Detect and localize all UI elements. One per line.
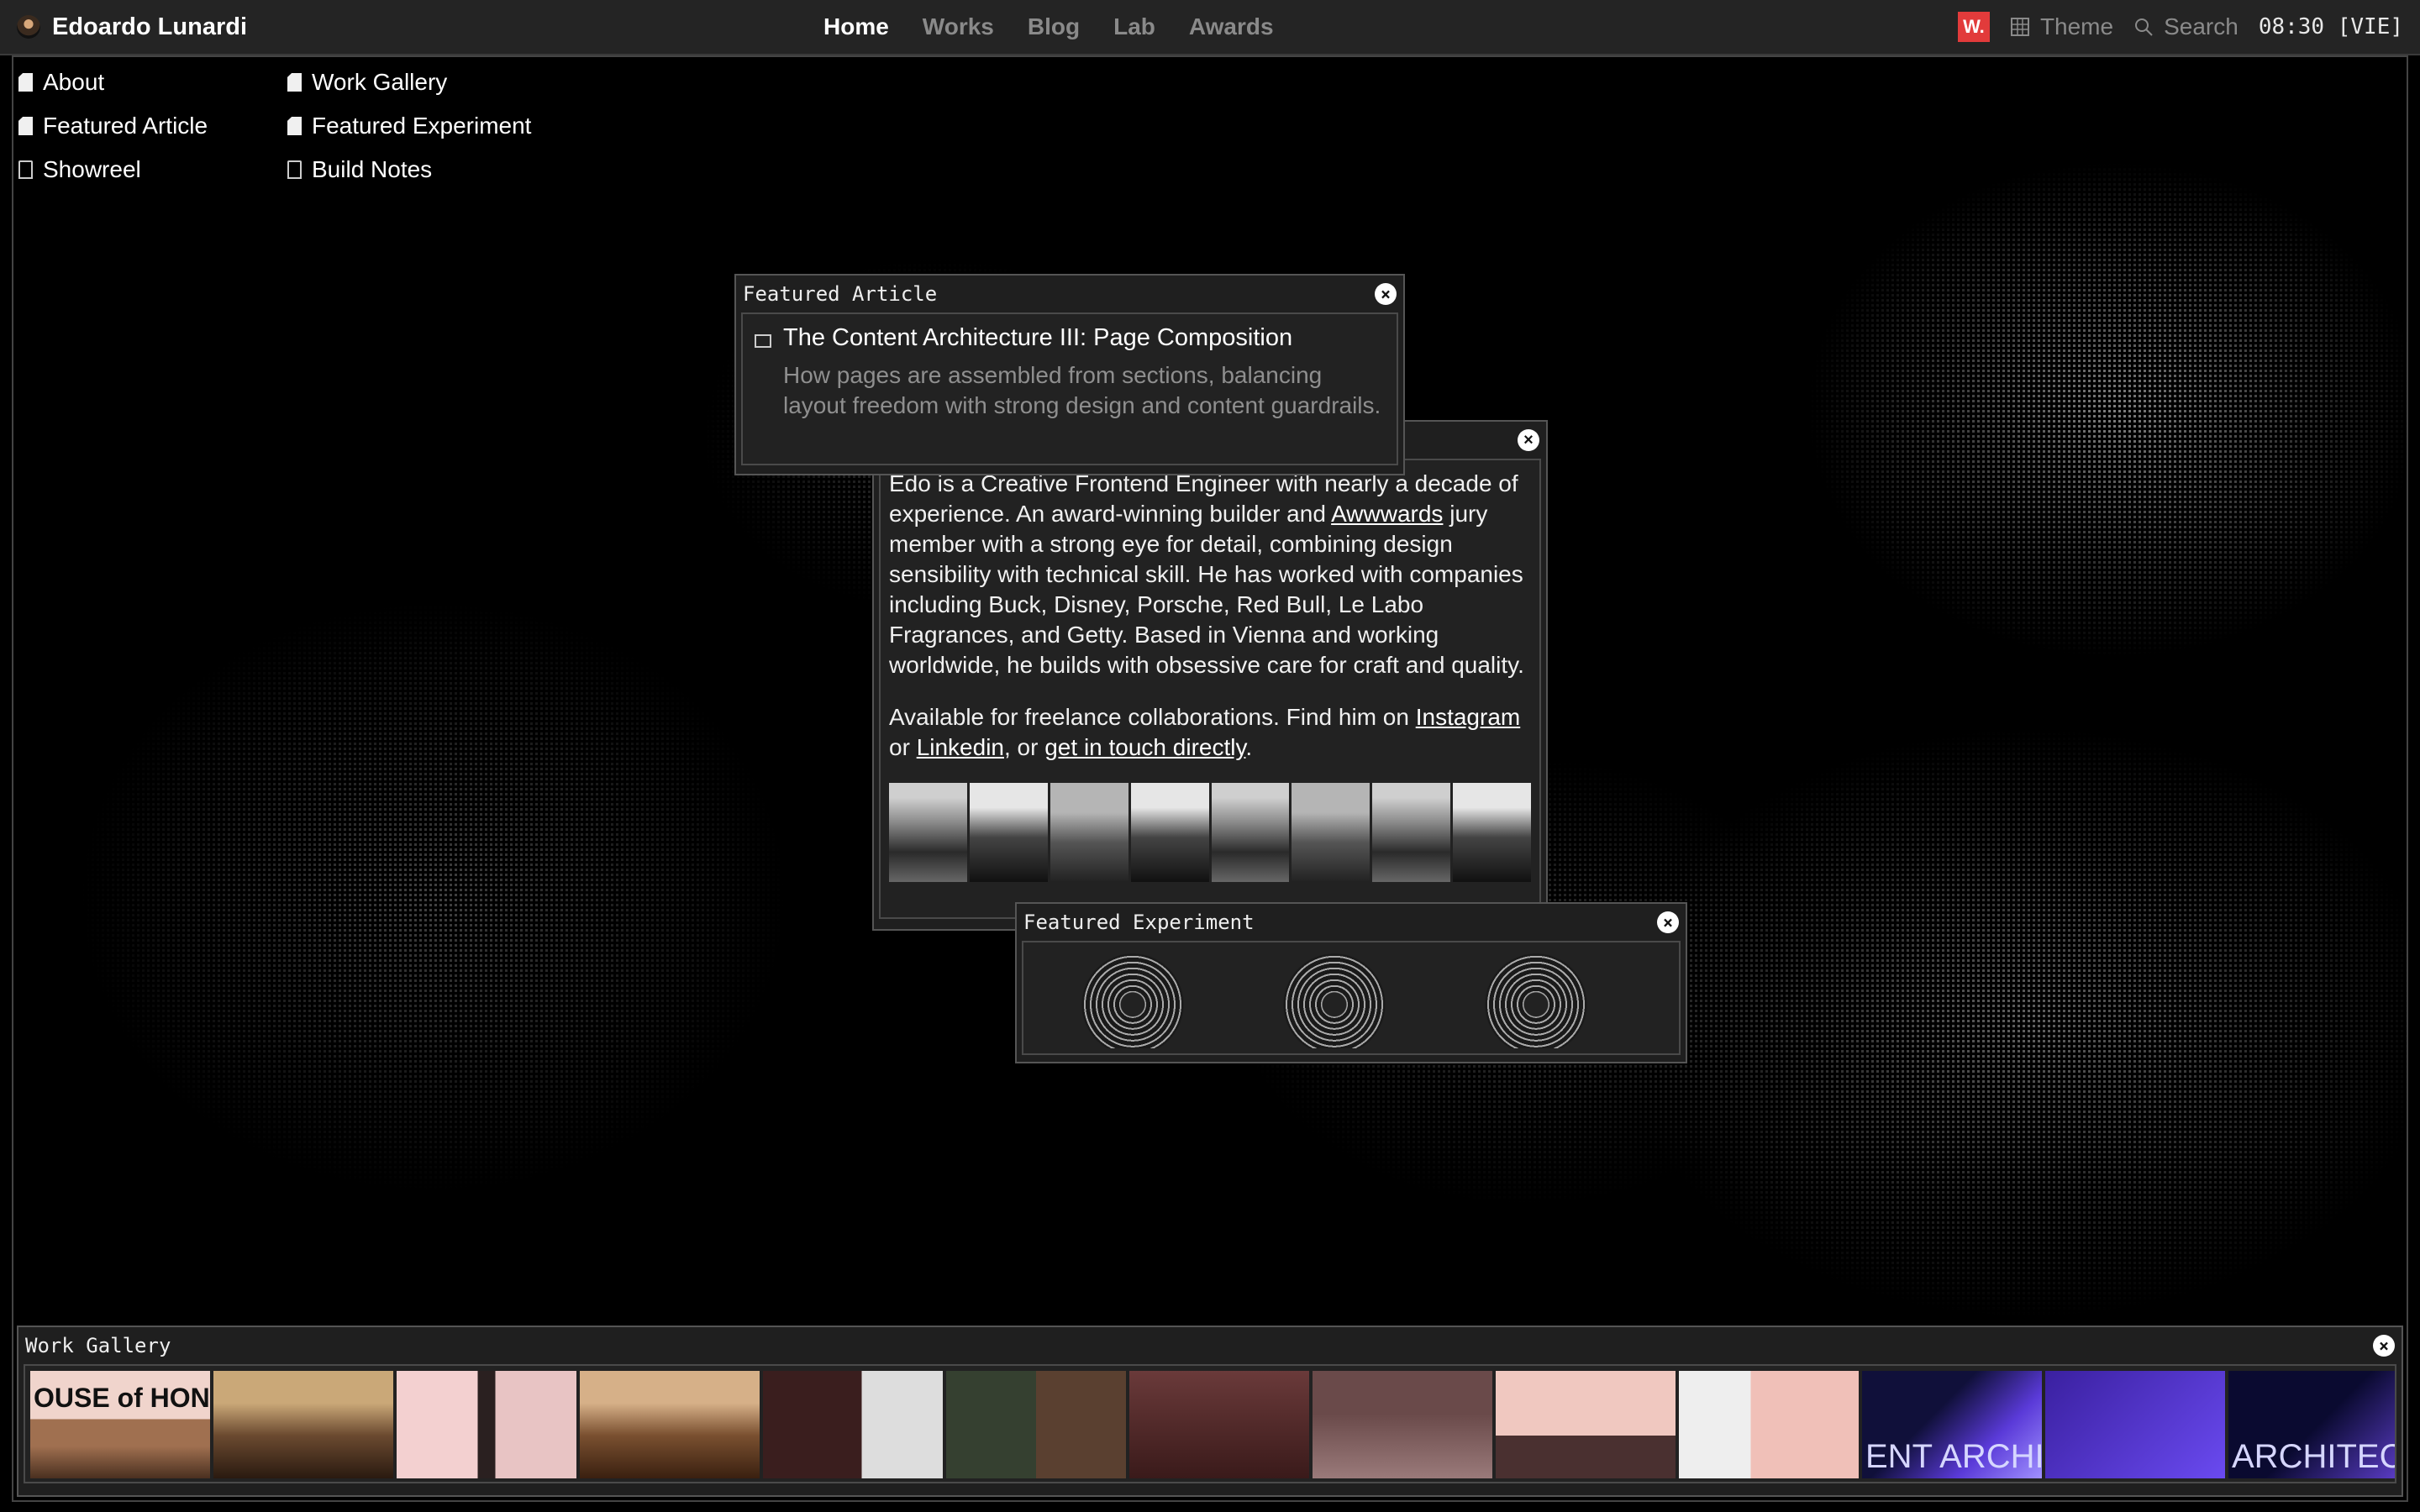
- ring-graphic: [1032, 951, 1234, 1048]
- close-icon[interactable]: ×: [2373, 1335, 2395, 1357]
- search-icon: [2135, 18, 2153, 36]
- article-title[interactable]: The Content Architecture III: Page Compo…: [783, 324, 1386, 352]
- about-paragraph: Edo is a Creative Frontend Engineer with…: [889, 470, 1524, 678]
- gallery-thumb[interactable]: [763, 1371, 943, 1478]
- nav-lab[interactable]: Lab: [1113, 13, 1155, 40]
- about-window[interactable]: × Edo is a Creative Frontend Engineer wi…: [872, 420, 1548, 931]
- close-icon[interactable]: ×: [1518, 429, 1539, 451]
- gallery-strip: OUSE of HONEY ENT ARCHI ARCHITECURE TH: [24, 1364, 2396, 1483]
- file-icon: [287, 73, 302, 92]
- file-icon: [287, 117, 302, 135]
- nav-home[interactable]: Home: [823, 13, 889, 40]
- nav-works[interactable]: Works: [923, 13, 994, 40]
- about-window-body: Edo is a Creative Frontend Engineer with…: [879, 459, 1541, 919]
- photo-strip: [889, 783, 1531, 882]
- desktop-icon-featured-article[interactable]: Featured Article: [18, 111, 287, 141]
- work-gallery-window[interactable]: Work Gallery × OUSE of HONEY ENT ARCHI A…: [17, 1326, 2403, 1497]
- desktop-icons: About Work Gallery Featured Article Feat…: [18, 67, 556, 185]
- gallery-thumb[interactable]: [1679, 1371, 1859, 1478]
- ring-graphic: [1234, 951, 1435, 1048]
- grid-icon: [2010, 18, 2029, 36]
- brand-name: Edoardo Lunardi: [52, 13, 247, 40]
- clock: 08:30 [VIE]: [2258, 14, 2403, 39]
- gallery-thumb[interactable]: [1313, 1371, 1492, 1478]
- file-outline-icon: [18, 160, 33, 179]
- header-tools: W. Theme Search 08:30 [VIE]: [1957, 0, 2403, 54]
- gallery-thumb[interactable]: [213, 1371, 393, 1478]
- file-icon: [18, 73, 33, 92]
- featured-article-window[interactable]: Featured Article × The Content Architect…: [734, 274, 1405, 475]
- photo: [1130, 783, 1209, 882]
- photo: [1453, 783, 1531, 882]
- availability-paragraph: Available for freelance collaborations. …: [889, 704, 1521, 760]
- experiment-animation: [1032, 951, 1637, 1048]
- photo: [1211, 783, 1290, 882]
- gallery-thumb[interactable]: ENT ARCHI: [1862, 1371, 2042, 1478]
- gallery-thumb[interactable]: [580, 1371, 760, 1478]
- instagram-link[interactable]: Instagram: [1416, 704, 1521, 730]
- awwwards-link[interactable]: Awwwards: [1331, 501, 1443, 527]
- gallery-thumb[interactable]: [1496, 1371, 1676, 1478]
- photo: [1372, 783, 1451, 882]
- theme-button[interactable]: Theme: [2010, 13, 2113, 40]
- gallery-thumb[interactable]: [1129, 1371, 1309, 1478]
- nav-awards[interactable]: Awards: [1189, 13, 1274, 40]
- desktop-icon-about[interactable]: About: [18, 67, 287, 97]
- desktop-icon-build-notes[interactable]: Build Notes: [287, 155, 556, 185]
- search-button[interactable]: Search: [2133, 13, 2238, 40]
- experiment-window-titlebar[interactable]: Featured Experiment ×: [1017, 904, 1686, 941]
- theme-label: Theme: [2039, 13, 2114, 39]
- nav-blog[interactable]: Blog: [1028, 13, 1080, 40]
- awwwards-badge[interactable]: W.: [1957, 12, 1990, 42]
- contact-link[interactable]: get in touch directly: [1044, 734, 1245, 760]
- main-nav: Home Works Blog Lab Awards: [823, 0, 1274, 54]
- folder-icon: [755, 334, 771, 348]
- featured-experiment-window[interactable]: Featured Experiment ×: [1015, 902, 1687, 1063]
- photo: [1292, 783, 1370, 882]
- photo: [1050, 783, 1128, 882]
- article-window-titlebar[interactable]: Featured Article ×: [736, 276, 1403, 312]
- search-label: Search: [2164, 13, 2238, 39]
- gallery-thumb[interactable]: [946, 1371, 1126, 1478]
- ring-graphic: [1435, 951, 1637, 1048]
- file-outline-icon: [287, 160, 302, 179]
- article-description: How pages are assembled from sections, b…: [783, 362, 1381, 418]
- linkedin-link[interactable]: Linkedin: [917, 734, 1004, 760]
- photo: [969, 783, 1048, 882]
- gallery-thumb[interactable]: [2045, 1371, 2225, 1478]
- gallery-window-titlebar[interactable]: Work Gallery ×: [18, 1327, 2402, 1364]
- file-icon: [18, 117, 33, 135]
- gallery-thumb[interactable]: [397, 1371, 576, 1478]
- avatar: [17, 15, 40, 39]
- photo: [889, 783, 967, 882]
- desktop-icon-featured-experiment[interactable]: Featured Experiment: [287, 111, 556, 141]
- brand[interactable]: Edoardo Lunardi: [17, 0, 247, 54]
- window-title: Work Gallery: [25, 1334, 171, 1357]
- gallery-thumb[interactable]: OUSE of HONEY: [30, 1371, 210, 1478]
- desktop-icon-showreel[interactable]: Showreel: [18, 155, 287, 185]
- article-card[interactable]: The Content Architecture III: Page Compo…: [741, 312, 1398, 465]
- desktop-icon-work-gallery[interactable]: Work Gallery: [287, 67, 556, 97]
- window-title: Featured Article: [743, 282, 938, 306]
- experiment-preview[interactable]: [1022, 941, 1681, 1055]
- close-icon[interactable]: ×: [1375, 283, 1397, 305]
- top-bar: Edoardo Lunardi Home Works Blog Lab Awar…: [0, 0, 2420, 55]
- gallery-thumb[interactable]: ARCHITECURE TH: [2228, 1371, 2395, 1478]
- close-icon[interactable]: ×: [1657, 911, 1679, 933]
- window-title: Featured Experiment: [1023, 911, 1255, 934]
